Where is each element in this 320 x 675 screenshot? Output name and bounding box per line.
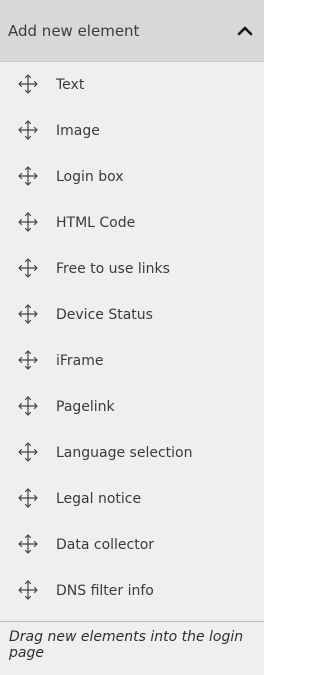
element-item[interactable]: HTML Code (0, 200, 264, 246)
element-item[interactable]: Data collector (0, 522, 264, 568)
element-item-label: Image (56, 123, 100, 139)
element-item[interactable]: Legal notice (0, 476, 264, 522)
element-item-label: Language selection (56, 445, 193, 461)
move-arrows-icon[interactable] (17, 487, 39, 509)
move-arrows-icon[interactable] (17, 395, 39, 417)
move-arrows-icon[interactable] (17, 303, 39, 325)
element-item-label: iFrame (56, 353, 104, 369)
element-item[interactable]: Free to use links (0, 246, 264, 292)
move-arrows-icon[interactable] (17, 119, 39, 141)
element-item[interactable]: DNS filter info (0, 568, 264, 614)
footer-divider (0, 621, 264, 622)
add-element-panel: Add new element Text Image Login box HTML C… (0, 0, 264, 675)
element-item-label: Free to use links (56, 261, 170, 277)
drag-hint-text: Drag new elements into the login page (9, 629, 244, 661)
element-item-label: DNS filter info (56, 583, 154, 599)
move-arrows-icon[interactable] (17, 441, 39, 463)
move-arrows-icon[interactable] (17, 211, 39, 233)
element-item-label: Legal notice (56, 491, 142, 507)
element-item[interactable]: Text (0, 62, 264, 108)
element-item-label: Device Status (56, 307, 153, 323)
move-arrows-icon[interactable] (17, 533, 39, 555)
element-item[interactable]: Pagelink (0, 384, 264, 430)
element-item[interactable]: Image (0, 108, 264, 154)
element-item[interactable]: Device Status (0, 292, 264, 338)
panel-title: Add new element (8, 22, 140, 40)
move-arrows-icon[interactable] (17, 579, 39, 601)
move-arrows-icon[interactable] (17, 73, 39, 95)
move-arrows-icon[interactable] (17, 257, 39, 279)
move-arrows-icon[interactable] (17, 165, 39, 187)
move-arrows-icon[interactable] (17, 349, 39, 371)
chevron-up-icon[interactable] (232, 18, 258, 44)
element-item-label: Login box (56, 169, 124, 185)
element-item-label: Text (56, 77, 85, 93)
panel-header[interactable]: Add new element (0, 0, 264, 62)
element-item-label: Data collector (56, 537, 155, 553)
element-item[interactable]: Login box (0, 154, 264, 200)
element-item-label: HTML Code (56, 215, 136, 231)
element-list: Text Image Login box HTML Code Free to use l… (0, 62, 264, 614)
element-item[interactable]: Language selection (0, 430, 264, 476)
element-item-label: Pagelink (56, 399, 115, 415)
element-item[interactable]: iFrame (0, 338, 264, 384)
